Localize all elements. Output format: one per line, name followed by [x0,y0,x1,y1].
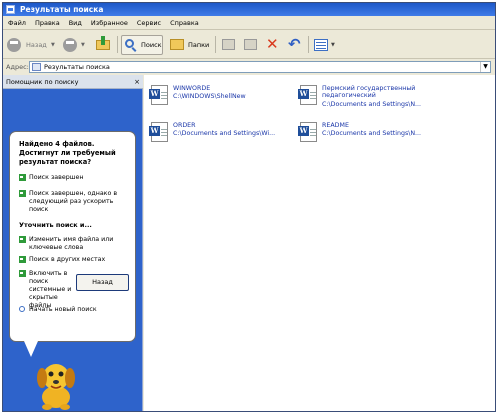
folders-button[interactable]: Папки [169,35,209,55]
search-other-places-option[interactable]: Поиск в других местах [19,256,131,264]
menu-tools[interactable]: Сервис [132,16,165,30]
result-file[interactable]: W Пермский государственный педагогически… [298,85,452,117]
copy-to-icon [244,39,257,50]
close-pane-icon[interactable]: × [134,75,140,89]
search-done-faster-option[interactable]: Поиск завершен, однако в следующий раз у… [19,190,131,214]
green-arrow-icon [19,174,26,181]
results-question: Найдено 4 файлов. Достигнут ли требуемый… [19,140,116,166]
address-field[interactable]: Результаты поиска ▼ [29,61,491,73]
result-file[interactable]: W ORDER C:\Documents and Settings\Wi... [149,122,301,146]
menu-help[interactable]: Справка [165,16,203,30]
menu-file[interactable]: Файл [3,16,30,30]
search-assistant-bubble: Найдено 4 файлов. Достигнут ли требуемый… [9,131,136,357]
views-button[interactable]: ▼ [313,35,339,55]
title-bar[interactable]: Результаты поиска [3,3,495,16]
delete-button[interactable]: ✕ [265,35,281,55]
address-label: Адрес: [6,63,29,71]
search-companion-pane: Помощник по поиску × Найдено 4 файлов. Д… [3,75,143,411]
file-path: C:\Documents and Settings\N... [322,101,422,108]
address-dropdown-icon[interactable]: ▼ [480,62,490,72]
copy-to-button[interactable] [243,35,259,55]
search-icon [19,306,25,312]
file-name: ORDER [173,122,196,129]
file-path: C:\Documents and Settings\N... [322,130,422,137]
search-window-icon [6,5,15,14]
search-toggle-button[interactable]: Поиск [121,35,163,55]
green-arrow-icon [19,256,26,263]
explorer-window: Результаты поиска Файл Правка Вид Избранное… [2,2,496,412]
undo-button[interactable]: ↶ [287,35,303,55]
back-button-pane[interactable]: Назад [76,274,129,291]
menu-favorites[interactable]: Избранное [86,16,132,30]
file-path: C:\WINDOWS\ShellNew [173,93,246,100]
move-to-button[interactable] [221,35,237,55]
menu-bar: Файл Правка Вид Избранное Сервис Справка [3,16,495,30]
address-bar: Адрес: Результаты поиска ▼ [3,60,495,74]
folders-icon [170,39,184,50]
address-value: Результаты поиска [44,63,110,71]
result-file[interactable]: W WINWORDE C:\WINDOWS\ShellNew [149,85,301,109]
change-filename-option[interactable]: Изменить имя файла или ключевые слова [19,236,131,252]
toolbar: Назад ▼ ▼ Поиск Папки ✕ ↶ ▼ [3,31,495,59]
delete-icon: ✕ [266,35,279,53]
search-companion-title: Помощник по поиску [6,78,79,86]
new-search-option[interactable]: Начать новый поиск [19,306,131,314]
word-document-icon: W [298,122,317,142]
green-arrow-icon [19,270,26,277]
move-to-icon [222,39,235,50]
word-document-icon: W [149,85,168,105]
menu-edit[interactable]: Правка [30,16,64,30]
file-name: WINWORDE [173,85,211,92]
result-file[interactable]: W README C:\Documents and Settings\N... [298,122,450,146]
menu-view[interactable]: Вид [64,16,86,30]
include-hidden-files-option[interactable]: Включить в поиск системные и скрытые фай… [19,270,77,310]
file-path: C:\Documents and Settings\Wi... [173,130,276,137]
forward-button[interactable]: ▼ [63,35,89,55]
dog-assistant-icon[interactable] [29,357,83,411]
refine-search-title: Уточнить поиск и... [19,221,92,229]
word-document-icon: W [149,122,168,142]
window-title: Результаты поиска [20,5,104,14]
word-document-icon: W [298,85,317,105]
green-arrow-icon [19,190,26,197]
undo-icon: ↶ [288,35,301,53]
up-button[interactable] [95,35,113,55]
search-results-icon [32,63,41,71]
green-arrow-icon [19,236,26,243]
results-pane: W WINWORDE C:\WINDOWS\ShellNew W Пермски… [144,75,495,411]
search-companion-header: Помощник по поиску × [3,75,143,89]
search-done-option[interactable]: Поиск завершен [19,174,131,182]
file-name: Пермский государственный педагогический [322,85,416,99]
back-button[interactable]: Назад ▼ [7,35,57,55]
file-name: README [322,122,349,129]
